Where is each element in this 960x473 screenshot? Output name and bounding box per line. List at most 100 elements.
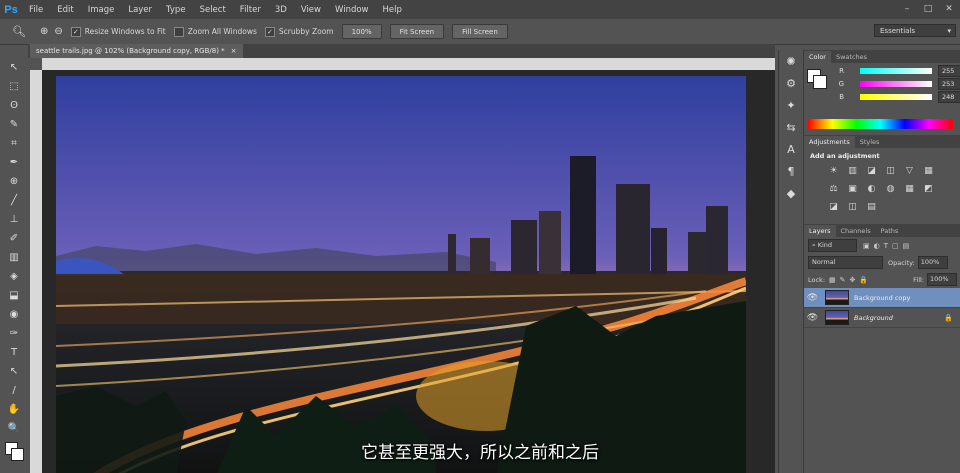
layer-comps-icon[interactable]: ⇆ bbox=[779, 116, 803, 138]
vibrance-icon[interactable]: ▽ bbox=[903, 164, 917, 178]
green-slider[interactable]: G 253 bbox=[830, 77, 960, 90]
zoom-all-checkbox[interactable]: Zoom All Windows bbox=[173, 26, 257, 37]
gradient-map-icon[interactable]: ▤ bbox=[865, 200, 879, 214]
green-value[interactable]: 253 bbox=[938, 77, 960, 90]
tab-channels[interactable]: Channels bbox=[836, 225, 876, 237]
kind-filter-select[interactable]: ⌕ Kind bbox=[808, 239, 857, 252]
tab-close-icon[interactable]: × bbox=[231, 47, 237, 55]
threshold-icon[interactable]: ◫ bbox=[846, 200, 860, 214]
menu-help[interactable]: Help bbox=[376, 5, 409, 15]
menu-file[interactable]: File bbox=[22, 5, 50, 15]
eraser-tool-icon[interactable]: ▥ bbox=[0, 248, 28, 267]
zoom-100-button[interactable]: 100% bbox=[341, 24, 382, 39]
zoom-in-icon[interactable]: ⊕ bbox=[40, 26, 48, 37]
curves-icon[interactable]: ◪ bbox=[865, 164, 879, 178]
visibility-eye-icon[interactable]: 👁 bbox=[804, 313, 821, 323]
color-lookup-icon[interactable]: ▦ bbox=[903, 182, 917, 196]
brightness-icon[interactable]: ☀ bbox=[827, 164, 841, 178]
minimize-button[interactable]: – bbox=[898, 2, 916, 16]
tab-color[interactable]: Color bbox=[804, 51, 831, 63]
character-icon[interactable]: A bbox=[779, 138, 803, 160]
opacity-field[interactable]: 100% bbox=[917, 256, 948, 269]
history-brush-tool-icon[interactable]: ✐ bbox=[0, 229, 28, 248]
path-select-tool-icon[interactable]: ↖ bbox=[0, 362, 28, 381]
menu-select[interactable]: Select bbox=[193, 5, 233, 15]
tab-adjustments[interactable]: Adjustments bbox=[804, 136, 855, 148]
tab-styles[interactable]: Styles bbox=[855, 136, 885, 148]
close-button[interactable]: ✕ bbox=[940, 2, 958, 16]
channel-mixer-icon[interactable]: ◍ bbox=[884, 182, 898, 196]
zoom-tool-icon[interactable]: 🔍︎ bbox=[12, 25, 26, 38]
clone-source-icon[interactable]: ✦ bbox=[779, 94, 803, 116]
blend-mode-select[interactable]: Normal bbox=[808, 256, 883, 269]
dodge-tool-icon[interactable]: ◉ bbox=[0, 305, 28, 324]
zoom-out-icon[interactable]: ⊖ bbox=[54, 26, 62, 37]
background-color-swatch[interactable] bbox=[813, 75, 827, 89]
layer-row-background-copy[interactable]: 👁 Background copy bbox=[804, 288, 960, 308]
hue-saturation-icon[interactable]: ▦ bbox=[922, 164, 936, 178]
posterize-icon[interactable]: ◪ bbox=[827, 200, 841, 214]
gradient-tool-icon[interactable]: ◈ bbox=[0, 267, 28, 286]
resize-windows-checkbox[interactable]: ✓ Resize Windows to Fit bbox=[70, 26, 166, 37]
menu-layer[interactable]: Layer bbox=[121, 5, 159, 15]
brush-tool-icon[interactable]: ╱ bbox=[0, 191, 28, 210]
brush-settings-icon[interactable]: ✺ bbox=[779, 50, 803, 72]
menu-view[interactable]: View bbox=[294, 5, 328, 15]
fit-screen-button[interactable]: Fit Screen bbox=[389, 24, 445, 39]
zoom-tool-icon[interactable]: 🔍 bbox=[0, 419, 28, 438]
layer-row-background[interactable]: 👁 Background 🔒 bbox=[804, 308, 960, 328]
ruler-horizontal bbox=[42, 58, 775, 70]
black-white-icon[interactable]: ▣ bbox=[846, 182, 860, 196]
canvas-area[interactable] bbox=[42, 70, 775, 473]
document-tab[interactable]: seattle trails.jpg @ 102% (Background co… bbox=[30, 44, 243, 58]
tab-swatches[interactable]: Swatches bbox=[831, 51, 872, 63]
crop-tool-icon[interactable]: ⌗ bbox=[0, 134, 28, 153]
3d-icon[interactable]: ◆ bbox=[779, 182, 803, 204]
filter-icons[interactable]: ▣◐T▢▤ bbox=[863, 242, 913, 250]
fill-field[interactable]: 100% bbox=[927, 273, 957, 286]
healing-tool-icon[interactable]: ⊕ bbox=[0, 172, 28, 191]
adjustments-title: Add an adjustment bbox=[810, 152, 880, 160]
layer-thumbnail bbox=[825, 290, 849, 305]
lasso-tool-icon[interactable]: ʘ bbox=[0, 96, 28, 115]
right-panels: Color Swatches R 255 G 253 B 248 Adjustm… bbox=[803, 50, 960, 473]
red-value[interactable]: 255 bbox=[938, 64, 960, 77]
exposure-icon[interactable]: ◫ bbox=[884, 164, 898, 178]
blue-value[interactable]: 248 bbox=[938, 90, 960, 103]
workspace-select[interactable]: Essentials ▾ bbox=[874, 24, 956, 37]
stamp-tool-icon[interactable]: ⊥ bbox=[0, 210, 28, 229]
invert-icon[interactable]: ◩ bbox=[922, 182, 936, 196]
photo-filter-icon[interactable]: ◐ bbox=[865, 182, 879, 196]
menu-window[interactable]: Window bbox=[328, 5, 376, 15]
blue-slider[interactable]: B 248 bbox=[830, 90, 960, 103]
red-slider[interactable]: R 255 bbox=[830, 64, 960, 77]
menu-3d[interactable]: 3D bbox=[268, 5, 294, 15]
visibility-eye-icon[interactable]: 👁 bbox=[804, 293, 821, 303]
hand-tool-icon[interactable]: ✋ bbox=[0, 400, 28, 419]
menu-edit[interactable]: Edit bbox=[50, 5, 80, 15]
pen-tool-icon[interactable]: ✑ bbox=[0, 324, 28, 343]
tool-presets-icon[interactable]: ⚙ bbox=[779, 72, 803, 94]
move-tool-icon[interactable]: ↖ bbox=[0, 58, 28, 77]
levels-icon[interactable]: ▥ bbox=[846, 164, 860, 178]
lock-icons[interactable]: ▦✎✥🔒 bbox=[829, 276, 872, 284]
blur-tool-icon[interactable]: ⬓ bbox=[0, 286, 28, 305]
scrubby-zoom-checkbox[interactable]: ✓ Scrubby Zoom bbox=[264, 26, 334, 37]
color-spectrum[interactable] bbox=[808, 119, 953, 129]
adjustments-grid: ☀ ▥ ◪ ◫ ▽ ▦ ⚖ ▣ ◐ ◍ ▦ ◩ ◪ ◫ ▤ bbox=[804, 162, 960, 216]
maximize-button[interactable]: □ bbox=[919, 2, 937, 16]
menu-image[interactable]: Image bbox=[81, 5, 122, 15]
color-balance-icon[interactable]: ⚖ bbox=[827, 182, 841, 196]
type-tool-icon[interactable]: T bbox=[0, 343, 28, 362]
paragraph-icon[interactable]: ¶ bbox=[779, 160, 803, 182]
tab-paths[interactable]: Paths bbox=[876, 225, 904, 237]
eyedropper-tool-icon[interactable]: ✒ bbox=[0, 153, 28, 172]
marquee-tool-icon[interactable]: ⬚ bbox=[0, 77, 28, 96]
layers-panel-tabs: Layers Channels Paths bbox=[804, 224, 960, 237]
fill-screen-button[interactable]: Fill Screen bbox=[452, 24, 508, 39]
menu-type[interactable]: Type bbox=[159, 5, 193, 15]
line-tool-icon[interactable]: / bbox=[0, 381, 28, 400]
quick-select-tool-icon[interactable]: ✎ bbox=[0, 115, 28, 134]
tab-layers[interactable]: Layers bbox=[804, 225, 836, 237]
menu-filter[interactable]: Filter bbox=[233, 5, 268, 15]
